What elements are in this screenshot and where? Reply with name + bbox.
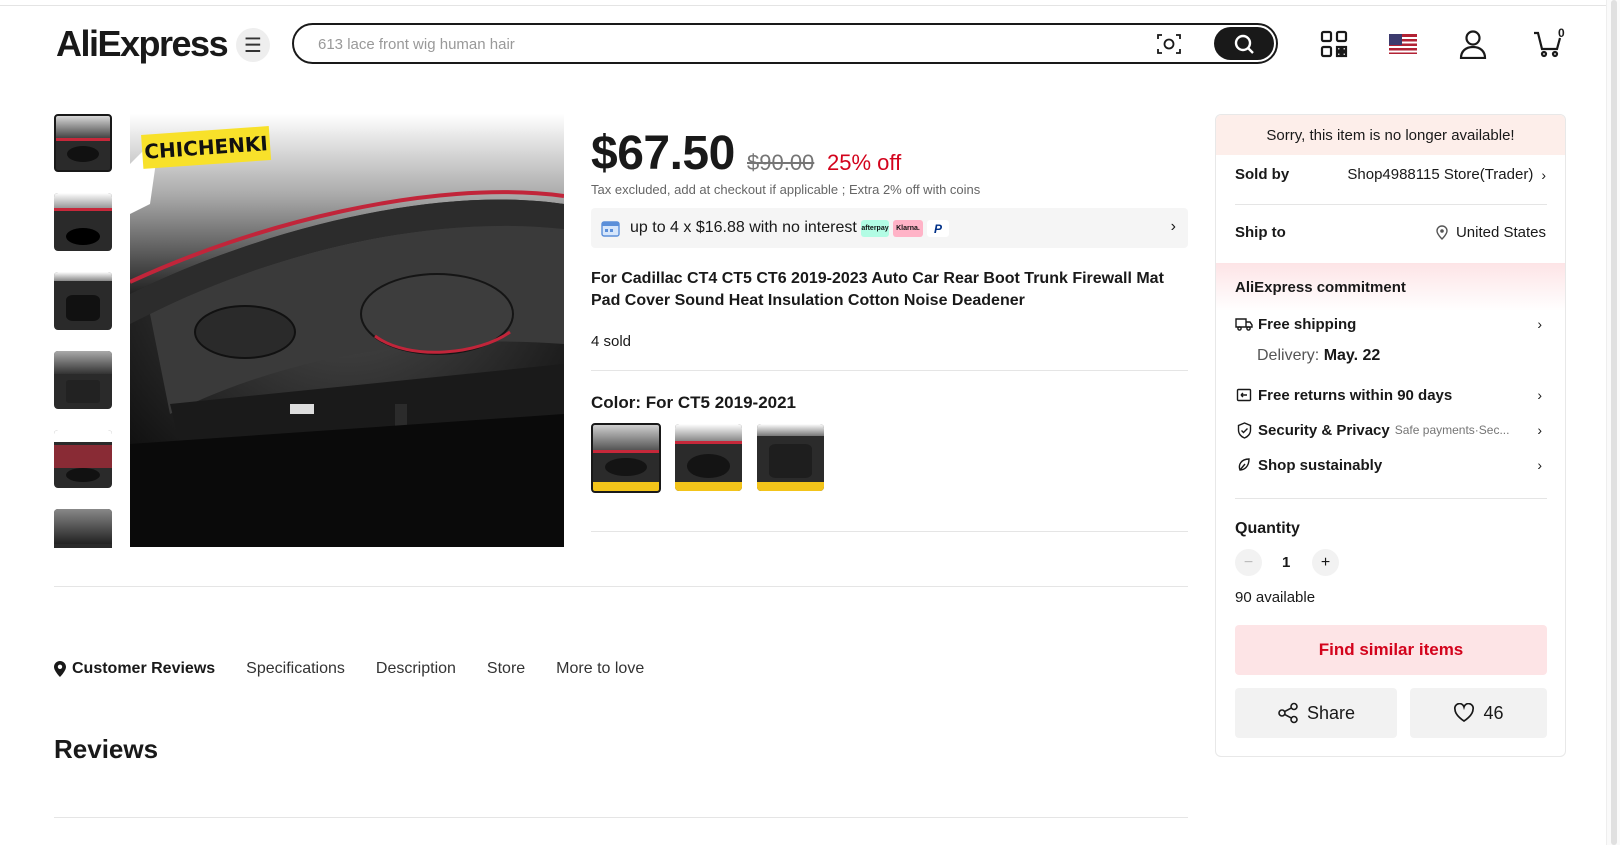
menu-button[interactable]: ☰ — [236, 28, 270, 62]
delivery-label: Delivery: — [1257, 347, 1320, 364]
tab-store[interactable]: Store — [487, 660, 525, 678]
divider — [591, 531, 1188, 532]
ship-to-country: United States — [1455, 224, 1546, 241]
tab-more-to-love[interactable]: More to love — [556, 660, 644, 678]
divider — [1235, 498, 1547, 499]
thumbnail-1[interactable] — [54, 114, 112, 172]
thumbnail-4[interactable] — [54, 351, 112, 409]
purchase-panel: Sorry, this item is no longer available!… — [1215, 114, 1566, 757]
ship-to-label: Ship to — [1235, 224, 1286, 241]
security-sub: Safe payments·Sec... — [1394, 423, 1510, 437]
discount-label: 25% off — [827, 150, 902, 175]
commitment-title: AliExpress commitment — [1235, 279, 1406, 296]
divider — [1235, 204, 1547, 205]
image-search-icon[interactable] — [1156, 32, 1182, 56]
chevron-right-icon: › — [1537, 457, 1542, 473]
search-button[interactable] — [1214, 27, 1274, 60]
shield-icon — [1235, 421, 1253, 439]
divider — [54, 817, 1188, 818]
search-bar — [292, 23, 1278, 64]
afterpay-badge: afterpay — [861, 220, 889, 237]
installment-banner[interactable]: up to 4 x $16.88 with no interest afterp… — [591, 208, 1188, 248]
divider — [54, 586, 1188, 587]
thumbnail-3[interactable] — [54, 272, 112, 330]
tab-customer-reviews[interactable]: Customer Reviews — [54, 660, 215, 678]
account-icon[interactable] — [1455, 26, 1491, 62]
share-button[interactable]: Share — [1235, 688, 1397, 738]
sustainable-label: Shop sustainably — [1258, 456, 1383, 474]
security-privacy-row[interactable]: Security & Privacy Safe payments·Sec... … — [1235, 421, 1548, 439]
tab-specifications[interactable]: Specifications — [246, 660, 345, 678]
thumbnail-6[interactable] — [54, 509, 112, 548]
main-product-image[interactable]: CHICHENKI — [130, 114, 564, 547]
reviews-heading: Reviews — [54, 734, 159, 764]
search-input[interactable] — [318, 33, 1138, 55]
color-label: Color: For CT5 2019-2021 — [591, 393, 797, 412]
tab-label: Customer Reviews — [72, 660, 216, 677]
sustainable-row[interactable]: Shop sustainably › — [1235, 456, 1548, 474]
color-swatch-2[interactable] — [675, 424, 742, 491]
paypal-badge: P — [927, 220, 949, 237]
calendar-icon — [601, 219, 620, 242]
location-pin-icon — [54, 661, 66, 677]
qr-code-icon[interactable] — [1316, 26, 1352, 62]
thumbnail-2[interactable] — [54, 193, 112, 251]
quantity-label: Quantity — [1235, 520, 1300, 537]
return-box-icon — [1235, 386, 1253, 404]
share-icon — [1278, 702, 1298, 724]
quantity-increase-button[interactable]: + — [1312, 549, 1339, 576]
delivery-date: May. 22 — [1323, 347, 1381, 364]
share-label: Share — [1306, 702, 1356, 723]
wishlist-count: 46 — [1483, 702, 1504, 723]
color-swatch-ct5[interactable] — [591, 423, 661, 493]
chevron-right-icon: › — [1537, 316, 1542, 332]
chevron-right-icon: › — [1537, 422, 1542, 438]
free-shipping-row[interactable]: Free shipping › — [1235, 315, 1548, 333]
divider — [591, 370, 1188, 371]
ship-to-selector[interactable]: United States — [1436, 224, 1546, 241]
hamburger-icon: ☰ — [244, 34, 262, 57]
heart-icon — [1454, 703, 1475, 722]
wishlist-button[interactable]: 46 — [1410, 688, 1547, 738]
store-link[interactable]: Shop4988115 Store(Trader) › — [1347, 166, 1546, 183]
security-label: Security & Privacy — [1258, 421, 1390, 439]
free-shipping-label: Free shipping — [1258, 315, 1357, 333]
chevron-right-icon: › — [1170, 218, 1176, 235]
free-returns-row[interactable]: Free returns within 90 days › — [1235, 386, 1548, 404]
tab-description[interactable]: Description — [376, 660, 456, 678]
top-divider — [0, 5, 1620, 6]
tax-note: Tax excluded, add at checkout if applica… — [591, 182, 981, 197]
sold-count: 4 sold — [591, 333, 632, 350]
scrollbar-thumb[interactable] — [1611, 0, 1617, 845]
leaf-icon — [1235, 456, 1253, 474]
store-name: Shop4988115 Store(Trader) — [1347, 166, 1534, 183]
product-title: For Cadillac CT4 CT5 CT6 2019-2023 Auto … — [591, 270, 1164, 309]
location-pin-icon — [1436, 225, 1448, 240]
commitment-header: AliExpress commitment — [1216, 263, 1565, 311]
truck-icon — [1235, 315, 1253, 333]
free-returns-label: Free returns within 90 days — [1258, 386, 1453, 404]
product-tabs: Customer Reviews Specifications Descript… — [54, 660, 675, 678]
aliexpress-logo[interactable]: AliExpress — [56, 20, 229, 68]
unavailable-banner: Sorry, this item is no longer available! — [1216, 115, 1565, 155]
thumbnail-list — [54, 114, 114, 548]
available-count: 90 available — [1235, 589, 1316, 606]
thumbnail-5[interactable] — [54, 430, 112, 488]
klarna-badge: Klarna. — [893, 220, 923, 237]
chevron-right-icon: › — [1537, 387, 1542, 403]
search-icon — [1234, 34, 1254, 54]
installment-text: up to 4 x $16.88 with no interest — [630, 219, 857, 236]
chevron-right-icon: › — [1541, 166, 1546, 183]
original-price: $90.00 — [747, 150, 815, 175]
cart-count-badge: 0 — [1558, 26, 1565, 40]
quantity-value[interactable]: 1 — [1282, 554, 1290, 571]
page-scrollbar[interactable] — [1606, 0, 1620, 845]
delivery-info: Delivery: May. 22 — [1257, 347, 1380, 365]
color-swatch-3[interactable] — [757, 424, 824, 491]
current-price: $67.50 — [591, 127, 735, 180]
us-flag-icon[interactable] — [1385, 26, 1421, 62]
sold-by-label: Sold by — [1235, 166, 1290, 183]
find-similar-button[interactable]: Find similar items — [1235, 625, 1547, 675]
quantity-decrease-button[interactable]: − — [1235, 549, 1262, 576]
